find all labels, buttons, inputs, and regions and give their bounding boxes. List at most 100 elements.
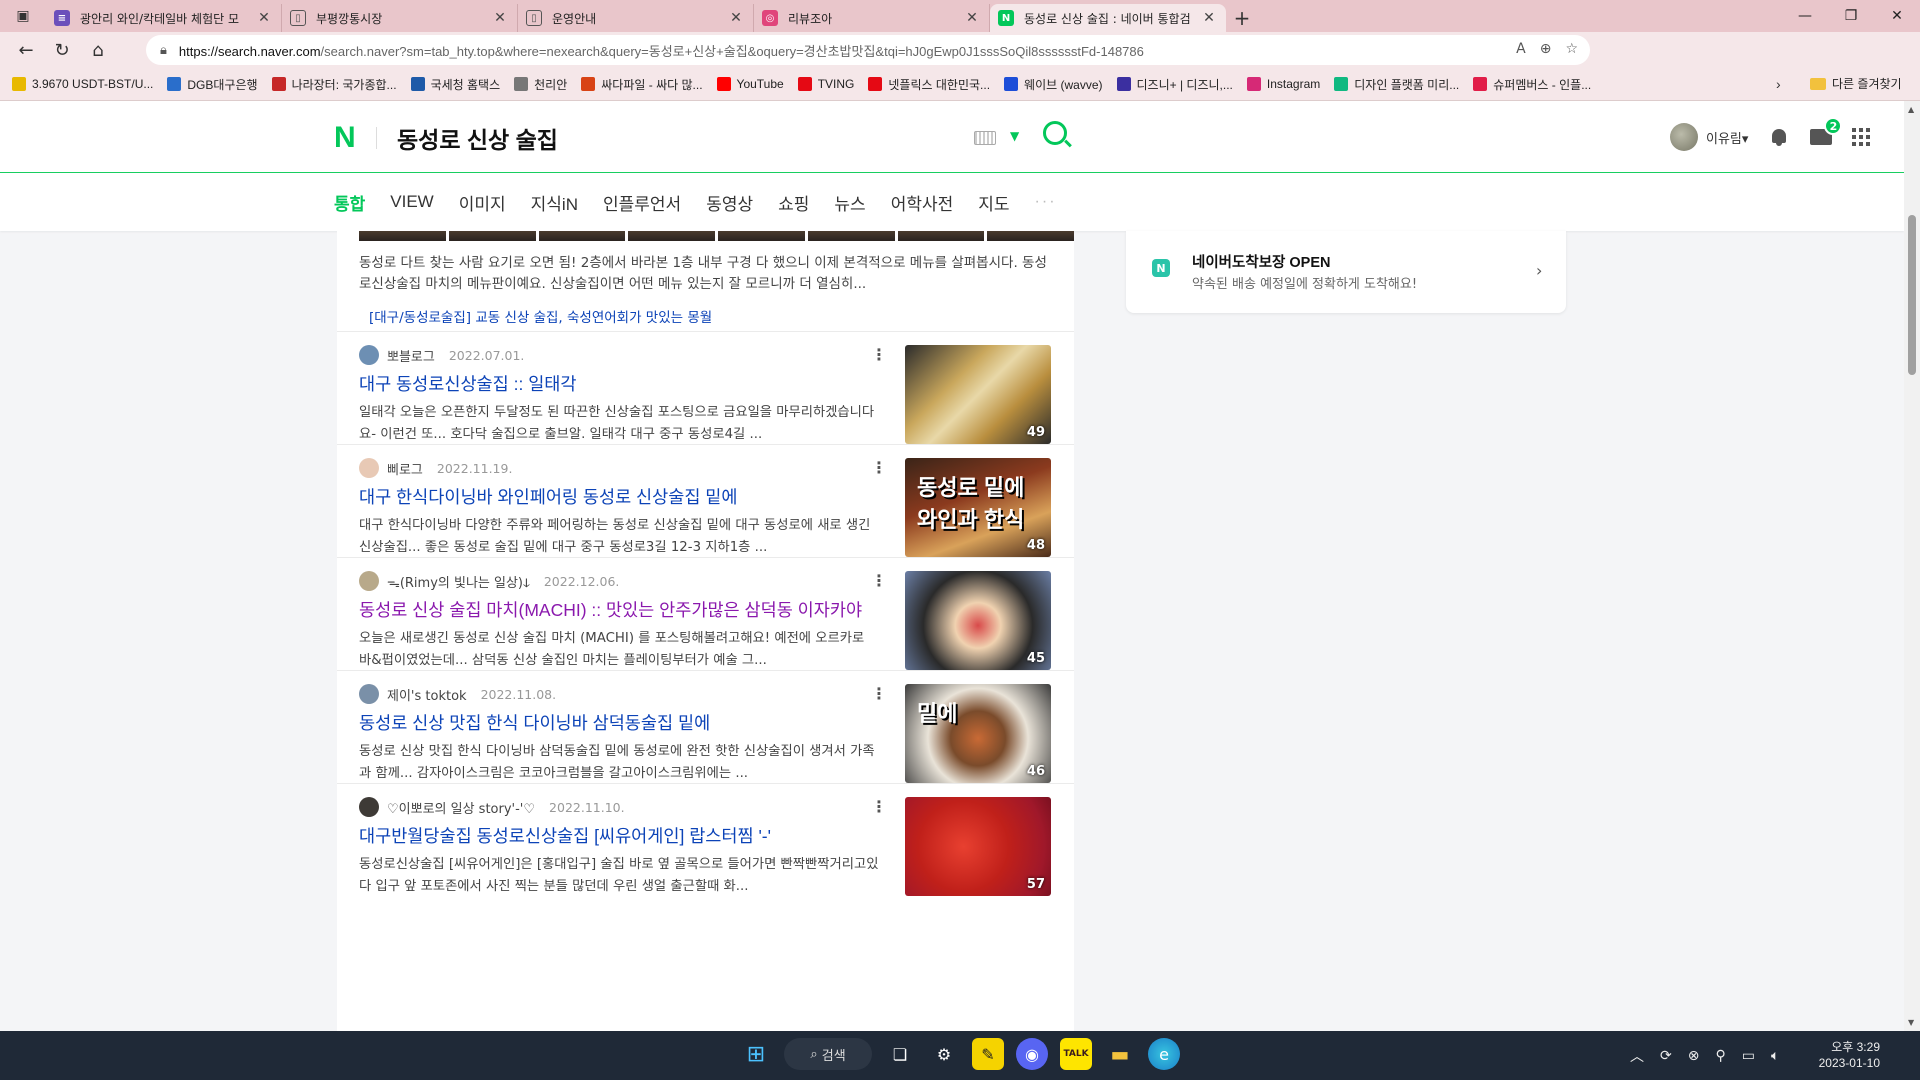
bookmark-item[interactable]: 국세청 홈택스 (410, 76, 500, 93)
task-view-icon[interactable]: ❏ (884, 1038, 916, 1070)
url-text[interactable]: https://search.naver.com/search.naver?sm… (179, 41, 1479, 60)
result-title-link[interactable]: 대구 한식다이닝바 와인페어링 동성로 신상술집 밑에 (359, 484, 879, 509)
tab-item[interactable]: VIEW (390, 192, 433, 212)
more-options-icon[interactable]: ⋮ (871, 684, 887, 703)
bookmark-item[interactable]: 3.9670 USDT-BST/U... (12, 77, 153, 91)
bookmark-item[interactable]: 디즈니+ | 디즈니,... (1116, 76, 1233, 93)
avatar[interactable] (359, 345, 379, 365)
location-icon[interactable]: ⚲ (1715, 1048, 1725, 1064)
bookmark-item[interactable]: 싸다파일 - 싸다 많... (581, 76, 703, 93)
bookmark-item[interactable]: Instagram (1246, 77, 1320, 91)
more-options-icon[interactable]: ⋮ (871, 797, 887, 816)
scrollbar-thumb[interactable] (1908, 215, 1916, 375)
volume-icon[interactable]: 🔈︎ (1771, 1048, 1779, 1064)
blog-author[interactable]: 삐로그 (387, 459, 423, 478)
tab-active[interactable]: 통합 (334, 190, 365, 215)
result-thumbnail[interactable]: 동성로 밑에 와인과 한식 48 (905, 458, 1051, 557)
tab-item[interactable]: 어학사전 (891, 190, 954, 215)
blog-author[interactable]: 제이's toktok (387, 685, 467, 704)
browser-tab-active[interactable]: N 동성로 신상 술집 : 네이버 통합검 ✕ (990, 4, 1226, 32)
bookmark-item[interactable]: TVING (797, 77, 854, 91)
more-tabs-icon[interactable]: ··· (1035, 193, 1057, 211)
browser-tab[interactable]: ≡ 광안리 와인/칵테일바 체험단 모 ✕ (46, 4, 282, 32)
avatar[interactable] (359, 458, 379, 478)
chevron-right-icon[interactable]: › (1776, 76, 1781, 92)
tab-item[interactable]: 지도 (978, 190, 1009, 215)
search-input[interactable]: 동성로 신상 술집 (397, 121, 558, 155)
bookmark-item[interactable]: 천리안 (514, 76, 567, 93)
more-options-icon[interactable]: ⋮ (871, 458, 887, 477)
blog-author[interactable]: ᯓ(Rimy의 빛나는 일상)ↆ (387, 572, 530, 591)
avatar[interactable] (359, 571, 379, 591)
settings-gear-icon[interactable]: ⚙ (928, 1038, 960, 1070)
kakaotalk-icon[interactable]: TALK (1060, 1038, 1092, 1070)
bookmark-item[interactable]: 나라장터: 국가종합... (271, 76, 397, 93)
browser-tab[interactable]: ▯ 운영안내 ✕ (518, 4, 754, 32)
blog-author[interactable]: ♡이뽀로의 일상 story'-'♡ (387, 798, 535, 817)
close-icon[interactable]: ✕ (255, 10, 273, 26)
avatar[interactable] (359, 684, 379, 704)
keyboard-icon[interactable] (974, 131, 996, 145)
restore-icon[interactable]: ❐ (1828, 0, 1874, 32)
search-icon[interactable] (1043, 121, 1067, 145)
result-thumbnail[interactable]: 밑에 46 (905, 684, 1051, 783)
bookmark-item[interactable]: DGB대구은행 (167, 76, 258, 93)
avatar[interactable] (1670, 123, 1698, 151)
bookmark-item[interactable]: YouTube (716, 77, 784, 91)
file-explorer-icon[interactable]: ▬ (1104, 1038, 1136, 1070)
avatar[interactable] (359, 797, 379, 817)
result-title-link[interactable]: 동성로 신상 술집 마치(MACHI) :: 맛있는 안주가많은 삼덕동 이자카… (359, 597, 879, 622)
back-icon[interactable]: ← (8, 32, 44, 68)
chevron-up-icon[interactable]: ︿ (1630, 1046, 1644, 1066)
scroll-down-icon[interactable]: ▼ (1908, 1018, 1914, 1027)
discord-icon[interactable]: ◉ (1016, 1038, 1048, 1070)
chevron-down-icon[interactable]: ▼ (1010, 129, 1019, 143)
delivery-promo-card[interactable]: N 네이버도착보장 OPEN 약속된 배송 예정일에 정확하게 도착해요! › (1126, 231, 1566, 313)
related-post-link[interactable]: [대구/동성로술집] 교동 신상 술집, 숙성연어회가 맛있는 몽월 (369, 306, 712, 326)
bookmark-item[interactable]: 슈퍼멤버스 - 인플... (1473, 76, 1591, 93)
read-aloud-icon[interactable]: A (1516, 41, 1526, 57)
close-circle-icon[interactable]: ⊗ (1688, 1048, 1700, 1064)
more-options-icon[interactable]: ⋮ (871, 345, 887, 364)
close-icon[interactable]: ✕ (727, 10, 745, 26)
more-options-icon[interactable]: ⋮ (871, 571, 887, 590)
tab-item[interactable]: 지식iN (531, 190, 578, 215)
new-tab-button[interactable]: + (1226, 4, 1258, 32)
close-icon[interactable]: ✕ (963, 10, 981, 26)
bell-icon[interactable] (1770, 127, 1788, 147)
sync-icon[interactable]: ⟳ (1660, 1048, 1672, 1064)
result-thumbnail[interactable]: 45 (905, 571, 1051, 670)
image-strip[interactable] (359, 231, 1074, 241)
close-window-icon[interactable]: ✕ (1874, 0, 1920, 32)
result-title-link[interactable]: 동성로 신상 맛집 한식 다이닝바 삼덕동술집 밑에 (359, 710, 879, 735)
tab-item[interactable]: 뉴스 (834, 190, 865, 215)
naver-logo[interactable]: N (334, 123, 360, 153)
tab-item[interactable]: 동영상 (706, 190, 753, 215)
scroll-up-icon[interactable]: ▲ (1908, 105, 1914, 114)
sticky-notes-icon[interactable]: ✎ (972, 1038, 1004, 1070)
result-thumbnail[interactable]: 57 (905, 797, 1051, 896)
blog-author[interactable]: 뽀블로그 (387, 346, 435, 365)
favorite-star-icon[interactable]: ☆ (1565, 41, 1578, 57)
zoom-icon[interactable]: ⊕ (1540, 41, 1552, 57)
edge-browser-icon[interactable]: e (1148, 1038, 1180, 1070)
start-icon[interactable]: ⊞ (740, 1038, 772, 1070)
bookmark-item[interactable]: 넷플릭스 대한민국... (868, 76, 990, 93)
refresh-icon[interactable]: ↻ (44, 32, 80, 68)
tab-actions-icon[interactable]: ▣ (0, 0, 46, 32)
mail-icon[interactable]: 2 (1810, 117, 1843, 145)
minimize-icon[interactable]: — (1782, 0, 1828, 32)
result-thumbnail[interactable]: 49 (905, 345, 1051, 444)
tab-item[interactable]: 쇼핑 (778, 190, 809, 215)
close-icon[interactable]: ✕ (491, 10, 509, 26)
tab-item[interactable]: 인플루언서 (603, 190, 681, 215)
home-icon[interactable]: ⌂ (80, 32, 116, 68)
taskbar-search-button[interactable]: ⌕ 검색 (784, 1038, 872, 1070)
user-name[interactable]: 이유림▾ (1706, 128, 1748, 147)
address-bar[interactable]: 🔒︎ https://search.naver.com/search.naver… (146, 35, 1590, 65)
browser-tab[interactable]: ◎ 리뷰조아 ✕ (754, 4, 990, 32)
other-bookmarks-folder[interactable]: 다른 즐겨찾기 (1810, 75, 1902, 92)
close-icon[interactable]: ✕ (1200, 10, 1218, 26)
result-title-link[interactable]: 대구반월당술집 동성로신상술집 [씨유어게인] 랍스터찜 '-' (359, 823, 879, 848)
taskbar-clock[interactable]: 오후 3:29 2023-01-10 (1810, 1039, 1880, 1071)
